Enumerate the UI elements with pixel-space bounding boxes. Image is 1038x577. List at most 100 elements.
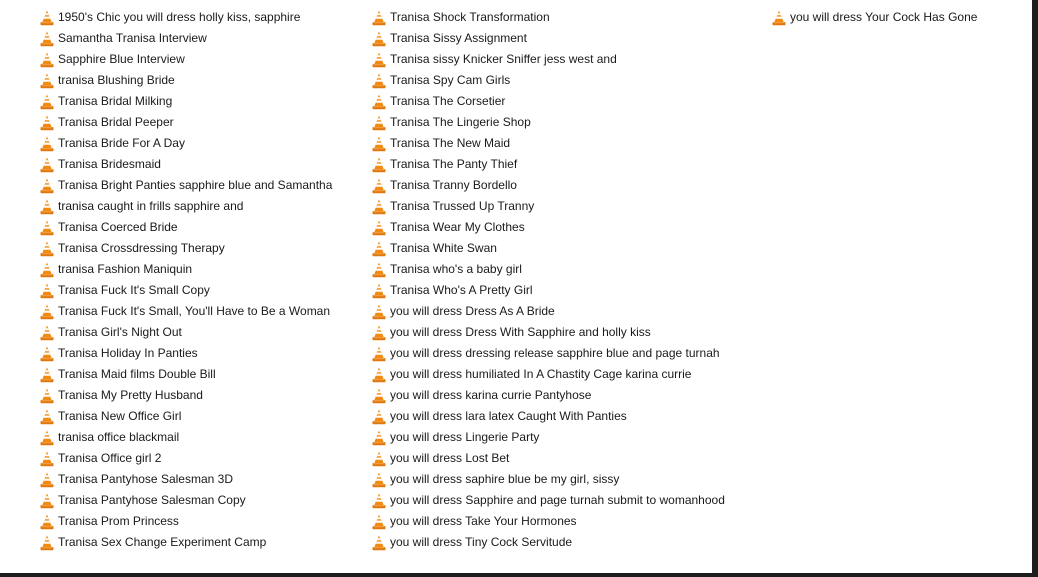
file-item[interactable]: Tranisa Maid films Double Bill (40, 364, 332, 385)
vlc-cone-icon (372, 241, 386, 257)
file-item[interactable]: Tranisa Bride For A Day (40, 133, 332, 154)
file-item-label: you will dress Dress As A Bride (390, 304, 555, 318)
file-item[interactable]: Tranisa The Corsetier (372, 91, 725, 112)
vlc-cone-icon (372, 493, 386, 509)
file-item[interactable]: you will dress Sapphire and page turnah … (372, 490, 725, 511)
vlc-cone-icon (40, 283, 54, 299)
vlc-cone-icon (372, 304, 386, 320)
file-item[interactable]: you will dress Lost Bet (372, 448, 725, 469)
file-item-label: Tranisa Coerced Bride (58, 220, 178, 234)
file-item[interactable]: you will dress saphire blue be my girl, … (372, 469, 725, 490)
file-item[interactable]: Tranisa Wear My Clothes (372, 217, 725, 238)
file-item-label: you will dress humiliated In A Chastity … (390, 367, 692, 381)
file-item[interactable]: you will dress dressing release sapphire… (372, 343, 725, 364)
file-item[interactable]: Tranisa New Office Girl (40, 406, 332, 427)
vlc-cone-icon (372, 472, 386, 488)
file-item[interactable]: Tranisa Fuck It's Small, You'll Have to … (40, 301, 332, 322)
vlc-cone-icon (40, 262, 54, 278)
vlc-cone-icon (40, 31, 54, 47)
file-item[interactable]: Tranisa Holiday In Panties (40, 343, 332, 364)
file-item[interactable]: you will dress humiliated In A Chastity … (372, 364, 725, 385)
file-item-label: Tranisa Office girl 2 (58, 451, 162, 465)
file-item[interactable]: Tranisa The New Maid (372, 133, 725, 154)
vlc-cone-icon (372, 94, 386, 110)
file-item-label: you will dress dressing release sapphire… (390, 346, 720, 360)
vlc-cone-icon (372, 31, 386, 47)
file-item[interactable]: Tranisa Sissy Assignment (372, 28, 725, 49)
vlc-cone-icon (40, 115, 54, 131)
file-item-label: Tranisa Crossdressing Therapy (58, 241, 225, 255)
vlc-cone-icon (372, 325, 386, 341)
file-item-label: Tranisa The Panty Thief (390, 157, 518, 171)
file-item[interactable]: tranisa office blackmail (40, 427, 332, 448)
file-item-label: you will dress Your Cock Has Gone (790, 10, 978, 24)
file-item[interactable]: you will dress Dress As A Bride (372, 301, 725, 322)
vlc-cone-icon (40, 430, 54, 446)
file-item[interactable]: Sapphire Blue Interview (40, 49, 332, 70)
file-item[interactable]: Tranisa Fuck It's Small Copy (40, 280, 332, 301)
file-item[interactable]: Tranisa Girl's Night Out (40, 322, 332, 343)
file-item-label: Tranisa who's a baby girl (390, 262, 522, 276)
file-item[interactable]: 1950's Chic you will dress holly kiss, s… (40, 7, 332, 28)
vlc-cone-icon (372, 346, 386, 362)
file-item[interactable]: Tranisa Bridesmaid (40, 154, 332, 175)
vlc-cone-icon (40, 514, 54, 530)
file-item[interactable]: Tranisa sissy Knicker Sniffer jess west … (372, 49, 725, 70)
file-item[interactable]: Tranisa Bright Panties sapphire blue and… (40, 175, 332, 196)
file-item[interactable]: tranisa Blushing Bride (40, 70, 332, 91)
file-item[interactable]: Tranisa Pantyhose Salesman Copy (40, 490, 332, 511)
file-item[interactable]: Tranisa Who's A Pretty Girl (372, 280, 725, 301)
file-item[interactable]: Tranisa Tranny Bordello (372, 175, 725, 196)
file-item[interactable]: Tranisa My Pretty Husband (40, 385, 332, 406)
vlc-cone-icon (372, 10, 386, 26)
file-item[interactable]: you will dress lara latex Caught With Pa… (372, 406, 725, 427)
file-item[interactable]: Tranisa Pantyhose Salesman 3D (40, 469, 332, 490)
file-item[interactable]: you will dress karina currie Pantyhose (372, 385, 725, 406)
vlc-cone-icon (372, 283, 386, 299)
file-item[interactable]: Tranisa Bridal Peeper (40, 112, 332, 133)
file-item-label: Tranisa Trussed Up Tranny (390, 199, 535, 213)
file-item[interactable]: you will dress Your Cock Has Gone (772, 7, 977, 28)
file-item[interactable]: Tranisa The Panty Thief (372, 154, 725, 175)
file-item-label: Tranisa sissy Knicker Sniffer jess west … (390, 52, 617, 66)
file-item[interactable]: you will dress Tiny Cock Servitude (372, 532, 725, 553)
file-item-label: Tranisa The Lingerie Shop (390, 115, 531, 129)
file-item[interactable]: Tranisa Trussed Up Tranny (372, 196, 725, 217)
vlc-cone-icon (40, 241, 54, 257)
file-item-label: you will dress Lingerie Party (390, 430, 540, 444)
file-item[interactable]: Tranisa Spy Cam Girls (372, 70, 725, 91)
vlc-cone-icon (372, 367, 386, 383)
file-item[interactable]: Tranisa Prom Princess (40, 511, 332, 532)
file-item-label: Tranisa Holiday In Panties (58, 346, 198, 360)
vlc-cone-icon (372, 157, 386, 173)
file-item[interactable]: tranisa caught in frills sapphire and (40, 196, 332, 217)
file-item-label: Tranisa Fuck It's Small, You'll Have to … (58, 304, 331, 318)
file-item[interactable]: you will dress Dress With Sapphire and h… (372, 322, 725, 343)
vlc-cone-icon (40, 304, 54, 320)
vlc-cone-icon (40, 199, 54, 215)
file-item[interactable]: Tranisa The Lingerie Shop (372, 112, 725, 133)
file-item-label: Tranisa Bright Panties sapphire blue and… (58, 178, 333, 192)
file-item[interactable]: Tranisa Sex Change Experiment Camp (40, 532, 332, 553)
file-item[interactable]: you will dress Take Your Hormones (372, 511, 725, 532)
file-item[interactable]: Tranisa White Swan (372, 238, 725, 259)
file-item[interactable]: you will dress Lingerie Party (372, 427, 725, 448)
file-item[interactable]: Tranisa Coerced Bride (40, 217, 332, 238)
file-item-label: you will dress Tiny Cock Servitude (390, 535, 573, 549)
file-item[interactable]: Tranisa who's a baby girl (372, 259, 725, 280)
file-item-label: Tranisa The New Maid (390, 136, 511, 150)
file-item-label: you will dress karina currie Pantyhose (390, 388, 592, 402)
file-item[interactable]: Samantha Tranisa Interview (40, 28, 332, 49)
vlc-cone-icon (40, 136, 54, 152)
file-item-label: you will dress Sapphire and page turnah … (390, 493, 725, 507)
vlc-cone-icon (772, 10, 786, 26)
file-item[interactable]: tranisa Fashion Maniquin (40, 259, 332, 280)
file-item[interactable]: Tranisa Office girl 2 (40, 448, 332, 469)
file-item[interactable]: Tranisa Crossdressing Therapy (40, 238, 332, 259)
file-item[interactable]: Tranisa Shock Transformation (372, 7, 725, 28)
vlc-cone-icon (372, 178, 386, 194)
file-item-label: Tranisa Tranny Bordello (390, 178, 517, 192)
file-item[interactable]: Tranisa Bridal Milking (40, 91, 332, 112)
file-item-label: Tranisa Pantyhose Salesman 3D (58, 472, 233, 486)
file-item-label: tranisa caught in frills sapphire and (58, 199, 244, 213)
